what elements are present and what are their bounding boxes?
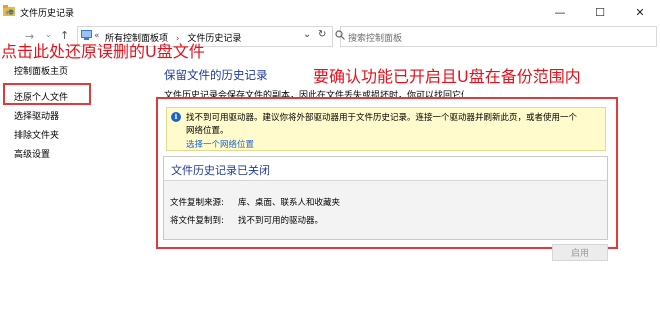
- search-icon[interactable]: [335, 30, 345, 40]
- notice-text-continued: 网络位置。: [186, 126, 229, 136]
- search-placeholder: 搜索控制面板: [348, 34, 403, 44]
- annotation-text-check-hint: 要确认功能已开启且U盘在备份范围内: [313, 67, 581, 86]
- info-icon: i: [171, 112, 181, 122]
- sidebar-item-advanced-settings[interactable]: 高级设置: [14, 147, 50, 160]
- refresh-button[interactable]: ↻: [318, 29, 326, 40]
- address-dropdown-button[interactable]: ⌄: [303, 29, 311, 40]
- copy-source-value: 库、桌面、联系人和收藏夹: [238, 198, 341, 208]
- sidebar-item-select-drive[interactable]: 选择驱动器: [14, 109, 59, 122]
- sidebar-item-control-panel-home[interactable]: 控制面板主页: [14, 64, 68, 77]
- back-button[interactable]: ←: [5, 6, 14, 19]
- copy-destination-value: 找不到可用的驱动器。: [238, 216, 324, 226]
- choose-network-location-link[interactable]: 选择一个网络位置: [186, 138, 254, 150]
- enable-button[interactable]: 启用: [552, 244, 608, 261]
- status-title: 文件历史记录已关闭: [171, 164, 270, 177]
- minimize-button[interactable]: —: [540, 0, 580, 24]
- status-panel-body: [164, 181, 607, 239]
- copy-destination-label: 将文件复制到:: [170, 216, 224, 226]
- window-title: 文件历史记录: [20, 9, 75, 19]
- page-title: 保留文件的历史记录: [164, 68, 268, 82]
- annotation-text-restore-hint: 点击此处还原误删的U盘文件: [1, 42, 205, 61]
- sidebar-item-exclude-folders[interactable]: 排除文件夹: [14, 128, 59, 141]
- notice-text: 找不到可用驱动器。建议你将外部驱动器用于文件历史记录。连接一个驱动器并刷新此页，…: [186, 113, 578, 123]
- close-button[interactable]: ✕: [620, 0, 660, 24]
- maximize-button[interactable]: ☐: [580, 0, 620, 24]
- copy-source-label: 文件复制来源:: [170, 198, 224, 208]
- sidebar-item-restore-personal-files[interactable]: 还原个人文件: [14, 90, 68, 103]
